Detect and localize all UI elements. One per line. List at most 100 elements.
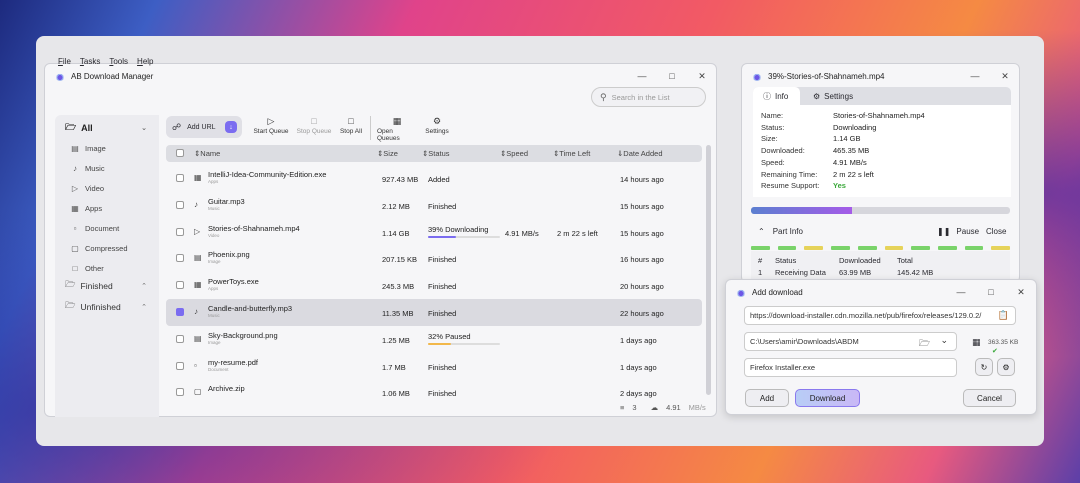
category-other[interactable]: □ Other xyxy=(55,258,159,278)
column-status[interactable]: ⇕Status xyxy=(422,149,450,158)
paste-icon[interactable]: 📋 xyxy=(998,310,1009,321)
maximize-icon[interactable]: □ xyxy=(657,64,687,88)
info-value: Yes xyxy=(833,181,846,191)
menu-help[interactable]: Help xyxy=(137,57,153,66)
download-settings-button[interactable]: ⚙ xyxy=(997,358,1015,376)
file-size: 11.35 MB xyxy=(382,309,414,318)
add-url-button[interactable]: ☍ Add URL ↓ xyxy=(166,116,242,138)
menu-tools[interactable]: Tools xyxy=(109,57,128,66)
category-image[interactable]: ▤ Image xyxy=(55,138,159,158)
row-checkbox[interactable] xyxy=(176,200,184,209)
tab-info[interactable]: ⓘ Info xyxy=(753,87,800,105)
category-finished[interactable]: 🗁 Finished ⌃ xyxy=(59,276,155,296)
file-status: Finished xyxy=(428,309,457,318)
category-compressed[interactable]: ▢ Compressed xyxy=(55,238,159,258)
category-all[interactable]: 🗁 All ⌄ xyxy=(59,118,155,138)
queue-icon: ≡ xyxy=(620,403,625,412)
download-progress-bar xyxy=(751,207,1010,214)
close-icon[interactable]: ✕ xyxy=(687,64,716,88)
table-row[interactable]: ▦ IntelliJ-Idea-Community-Edition.exe Ap… xyxy=(166,165,702,192)
minimize-icon[interactable]: — xyxy=(946,280,976,304)
info-value: 4.91 MB/s xyxy=(833,157,867,167)
category-apps[interactable]: ▦ Apps xyxy=(55,198,159,218)
column-date-added[interactable]: ⇓Date Added xyxy=(617,149,663,158)
folder-icon[interactable]: 🗁 xyxy=(919,336,930,350)
open-queues-button[interactable]: ▦ Open Queues xyxy=(377,116,417,142)
menu-tasks[interactable]: Tasks xyxy=(80,57,100,66)
table-row[interactable]: ▦ PowerToys.exe Apps 245.3 MB Finished 2… xyxy=(166,272,702,299)
file-status: 32% Paused xyxy=(428,331,471,341)
filename-input[interactable]: Firefox Installer.exe xyxy=(744,358,957,377)
category-all-label: All xyxy=(81,123,93,133)
folder-input[interactable]: C:\Users\amir\Downloads\ABDM 🗁 ⌄ xyxy=(744,332,957,351)
cancel-button[interactable]: Cancel xyxy=(963,389,1016,407)
minimize-icon[interactable]: — xyxy=(627,64,657,88)
row-progress-bar xyxy=(428,342,500,346)
menu-bar: File Tasks Tools Help xyxy=(58,57,154,66)
row-checkbox[interactable] xyxy=(176,361,184,370)
file-name: Stories-of-Shahnameh.mp4 xyxy=(208,223,300,233)
category-unfinished[interactable]: 🗁 Unfinished ⌃ xyxy=(59,297,155,317)
part-info-toggle[interactable]: ⌃ Part Info xyxy=(758,227,803,236)
chevron-up-icon[interactable]: ⌃ xyxy=(141,303,147,311)
chevron-down-icon[interactable]: ⌄ xyxy=(940,335,948,346)
menu-file[interactable]: File xyxy=(58,57,71,66)
maximize-icon[interactable]: □ xyxy=(976,280,1006,304)
category-music[interactable]: ♪ Music xyxy=(55,158,159,178)
file-type: Document xyxy=(208,366,229,372)
table-row[interactable]: ▤ Sky-Background.png Image 1.25 MB 32% P… xyxy=(166,326,702,353)
row-checkbox[interactable] xyxy=(176,174,184,182)
add-button[interactable]: Add xyxy=(745,389,789,407)
row-checkbox[interactable] xyxy=(176,334,184,343)
refresh-button[interactable]: ↻ xyxy=(975,358,993,376)
category-document[interactable]: ▫ Document xyxy=(55,218,159,238)
table-row[interactable]: ▤ Phoenix.png Image 207.15 KB Finished 1… xyxy=(166,245,702,272)
file-status: Finished xyxy=(428,255,457,265)
image-icon: ▤ xyxy=(194,253,202,263)
search-input[interactable]: ⚲ Search in the List xyxy=(591,87,706,107)
file-type: Image xyxy=(208,259,221,265)
close-button[interactable]: Close xyxy=(986,227,1006,236)
column-name[interactable]: ⇕Name xyxy=(194,149,220,158)
column-time-left[interactable]: ⇕Time Left xyxy=(553,149,590,158)
row-checkbox[interactable] xyxy=(176,308,184,316)
file-name: Candle-and-butterfly.mp3 xyxy=(208,304,293,313)
category-finished-label: Finished xyxy=(80,281,113,291)
url-input[interactable]: https://download-installer.cdn.mozilla.n… xyxy=(744,306,1016,325)
file-speed: 4.91 MB/s xyxy=(505,228,539,238)
chevron-down-icon[interactable]: ⌄ xyxy=(141,124,147,132)
stop-all-button[interactable]: □ Stop All xyxy=(338,116,364,135)
table-row[interactable]: ▢ Archive.zip 1.06 MB Finished 2 days ag… xyxy=(166,379,702,406)
category-video[interactable]: ▷ Video xyxy=(55,178,159,198)
select-all-checkbox[interactable] xyxy=(176,149,184,157)
toolbar: ☍ Add URL ↓ ▷ Start Queue □ Stop Queue □ Stop… xyxy=(166,116,449,142)
download-button[interactable]: Download xyxy=(795,389,860,407)
row-checkbox[interactable] xyxy=(176,388,184,397)
row-checkbox[interactable] xyxy=(176,281,184,290)
tab-settings[interactable]: ⚙ Settings xyxy=(803,87,853,105)
close-icon[interactable]: ✕ xyxy=(1006,280,1036,304)
settings-button[interactable]: ⚙ Settings xyxy=(425,116,449,135)
table-row[interactable]: ♪ Guitar.mp3 Music 2.12 MB Finished 15 h… xyxy=(166,192,702,219)
minimize-icon[interactable]: — xyxy=(960,64,990,88)
category-label: Compressed xyxy=(85,243,128,253)
file-size: 1.14 GB xyxy=(382,228,410,238)
file-size: 1.25 MB xyxy=(382,335,410,345)
column-speed[interactable]: ⇕Speed xyxy=(500,149,528,158)
part-status: Receiving Data xyxy=(775,268,826,277)
chevron-up-icon[interactable]: ⌃ xyxy=(141,282,147,290)
file-name: PowerToys.exe xyxy=(208,277,259,287)
table-row[interactable]: ▫ my-resume.pdf Document 1.7 MB Finished… xyxy=(166,353,702,380)
table-row[interactable]: ▷ Stories-of-Shahnameh.mp4 Video 1.14 GB… xyxy=(166,219,702,246)
column-size[interactable]: ⇕Size xyxy=(377,149,398,158)
scrollbar[interactable] xyxy=(706,145,711,395)
cloud-download-icon[interactable]: ↓ xyxy=(225,121,237,133)
row-checkbox[interactable] xyxy=(176,227,184,236)
row-checkbox[interactable] xyxy=(176,254,184,263)
stop-queue-button[interactable]: □ Stop Queue xyxy=(296,116,332,135)
close-icon[interactable]: ✕ xyxy=(990,64,1019,88)
pause-button[interactable]: ❚❚ Pause xyxy=(937,227,979,236)
start-queue-button[interactable]: ▷ Start Queue xyxy=(252,116,290,135)
table-row[interactable]: ♪ Candle-and-butterfly.mp3 Music 11.35 M… xyxy=(166,299,702,326)
file-name: my-resume.pdf xyxy=(208,357,259,367)
